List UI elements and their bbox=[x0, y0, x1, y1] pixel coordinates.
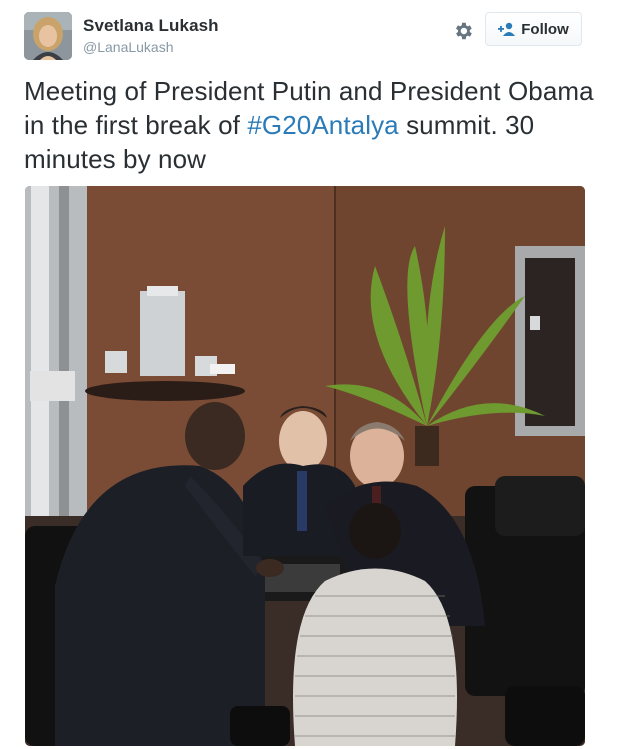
person-plus-icon bbox=[498, 22, 516, 36]
tweet-header: Svetlana Lukash @LanaLukash Follow bbox=[24, 12, 584, 62]
hashtag-link[interactable]: #G20Antalya bbox=[247, 110, 398, 140]
follow-label: Follow bbox=[521, 20, 569, 38]
display-name[interactable]: Svetlana Lukash bbox=[83, 16, 219, 36]
tweet-photo[interactable] bbox=[25, 186, 585, 746]
tweet-text: Meeting of President Putin and President… bbox=[24, 74, 594, 176]
follow-button[interactable]: Follow bbox=[485, 12, 582, 46]
screen-name[interactable]: @LanaLukash bbox=[83, 39, 174, 55]
avatar[interactable] bbox=[24, 12, 72, 60]
gear-icon[interactable] bbox=[452, 20, 474, 42]
